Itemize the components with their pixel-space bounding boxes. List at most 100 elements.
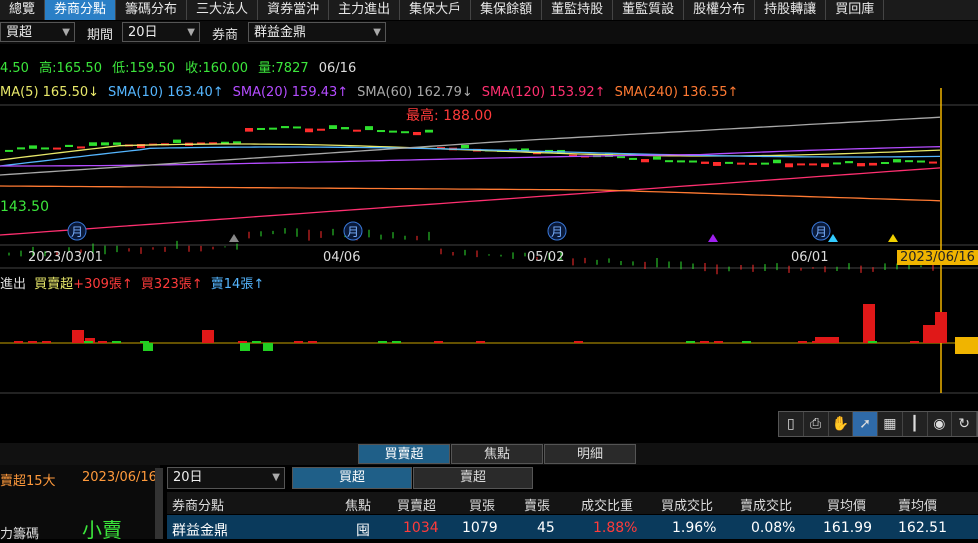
candle [233,141,241,144]
col-header[interactable]: 焦點 [345,495,371,514]
candle [869,162,877,166]
candle [293,126,301,129]
volume-bar [140,341,149,343]
min-label: 143.50 [0,199,49,215]
col-header[interactable]: 賣張 [524,495,550,514]
col-header[interactable]: 賣均價 [898,495,937,514]
volume-bar [686,341,695,343]
volume-bar [42,341,51,343]
date-label: 05/02 [527,250,565,265]
cell-buy-avg: 161.99 [823,520,872,536]
candle [77,146,85,149]
candle [689,160,697,163]
legend-series: 買賣超 [34,277,74,292]
left-panel: 賣超15大 2023/06/16 力籌碼 小賣 [0,465,160,542]
tab-detail[interactable]: 明細 [544,444,636,464]
price-chart[interactable]: 最高: 188.00 143.50 月 月 月 月 [0,0,978,400]
cell-broker: 群益金鼎 [172,523,228,539]
ma120-line [0,167,941,236]
date-label: 04/06 [323,250,361,265]
table-period-select[interactable]: 20日 ▼ [167,467,285,489]
candle [269,127,277,130]
candle [809,163,817,166]
sub-tab-bar: 買賣超 焦點 明細 [0,443,978,465]
candle [113,142,121,145]
volume-bar [308,341,317,343]
bars-icon[interactable]: ┃ [903,412,928,436]
tab-net-buy[interactable]: 買超 [292,467,412,489]
volume-bar [434,341,443,343]
table-header: 券商分點 焦點 買賣超 買張 賣張 成交比重 買成交比 賣成交比 買均價 賣均價 [167,492,978,514]
page-icon[interactable]: ▯ [779,412,804,436]
cell-buy-ratio: 1.96% [672,520,717,536]
cell-net: 1034 [403,520,439,536]
volume-bar [863,304,875,343]
volume-bar [742,341,751,343]
volume-bar [574,341,583,343]
cell-sell-ratio: 0.08% [751,520,796,536]
candle [101,142,109,146]
candle [845,161,853,164]
refresh-icon[interactable]: ↻ [952,412,977,436]
volume-bar [143,343,153,351]
event-triangle-icon [888,234,898,242]
volume-bar [28,341,37,343]
col-header[interactable]: 成交比重 [581,495,633,514]
col-header[interactable]: 券商分點 [172,495,224,514]
volume-bar [238,341,247,343]
panel-title: 賣超15大 [0,474,56,489]
col-header[interactable]: 買均價 [827,495,866,514]
hand-icon[interactable]: ✋ [829,412,854,436]
print-icon[interactable]: ⎙ [804,412,829,436]
volume-bar [252,341,261,343]
candle [377,130,385,133]
cell-sell-avg: 162.51 [898,520,947,536]
col-header[interactable]: 買張 [469,495,495,514]
table-icon[interactable]: ▦ [878,412,903,436]
candle [797,163,805,166]
candle [653,156,661,160]
candle [833,162,841,165]
ma240-line [0,185,941,202]
candle [329,125,337,130]
event-triangle-icon [229,234,239,242]
tab-focus[interactable]: 焦點 [451,444,543,464]
candle [305,128,313,133]
volume-bar [72,330,84,343]
volume-bar [240,343,250,351]
volume-bar [378,341,387,343]
cursor-icon[interactable]: ➚ [853,412,878,436]
col-header[interactable]: 賣成交比 [740,495,792,514]
col-header[interactable]: 買成交比 [661,495,713,514]
candle [89,142,97,146]
left-scrollbar[interactable] [155,468,163,539]
candle [641,159,649,163]
tab-buy-sell[interactable]: 買賣超 [358,444,450,464]
col-header[interactable]: 買賣超 [397,495,436,514]
candle [701,161,709,164]
ma10-line [0,146,941,167]
month-marker-label: 月 [815,225,827,239]
candle [917,160,925,163]
candle [257,127,265,130]
candle [389,130,397,133]
candle [773,159,781,164]
legend-net: +309張↑ [73,277,133,292]
candle [821,163,829,168]
candle [365,126,373,131]
cell-sell: 45 [537,520,555,536]
volume-bar [714,341,723,343]
candle [461,144,469,149]
candle [65,144,73,147]
candle [413,131,421,136]
table-row[interactable]: 群益金鼎 囤 1034 1079 45 1.88% 1.96% 0.08% 16… [167,515,978,539]
candle [317,128,325,131]
candle [929,161,937,164]
volume-bar [826,341,835,343]
volume-bar [14,341,23,343]
volume-bar [798,341,807,343]
eye-icon[interactable]: ◉ [928,412,953,436]
date-label: 06/01 [791,250,829,265]
candle [29,145,37,149]
tab-net-sell[interactable]: 賣超 [413,467,533,489]
